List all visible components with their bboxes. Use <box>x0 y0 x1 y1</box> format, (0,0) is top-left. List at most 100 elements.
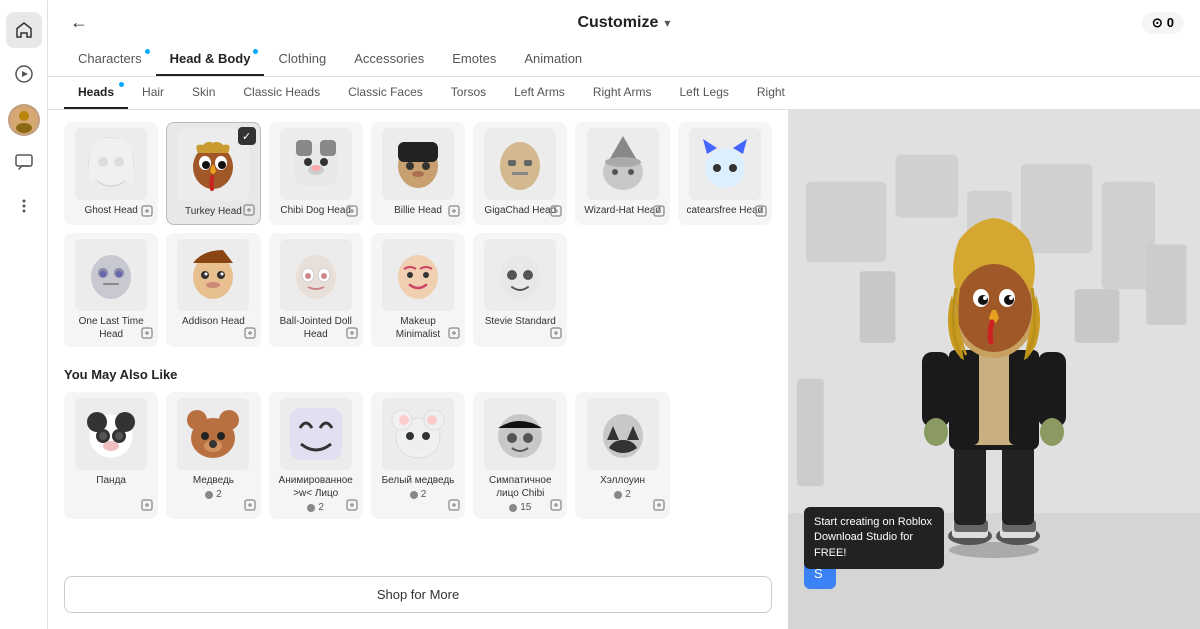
sub-tabs-bar: HeadsHairSkinClassic HeadsClassic FacesT… <box>48 77 1200 110</box>
nav-tab-characters[interactable]: Characters <box>64 43 156 76</box>
head-item-ball-jointed-doll-head[interactable]: Ball-Jointed Doll Head <box>269 233 363 347</box>
suggested-label-medved: Медведь <box>193 474 234 487</box>
suggested-label-panda: Панда <box>96 474 126 487</box>
sub-tab-classic-faces[interactable]: Classic Faces <box>334 77 437 109</box>
expand-icon-ghost-head <box>140 204 154 221</box>
sub-tab-left-arms[interactable]: Left Arms <box>500 77 579 109</box>
sidebar-item-chat[interactable] <box>6 144 42 180</box>
price-value-white-bear: 2 <box>421 489 427 500</box>
sub-tab-heads[interactable]: Heads <box>64 77 128 109</box>
nav-tab-accessories[interactable]: Accessories <box>340 43 438 76</box>
suggested-item-chibi-face[interactable]: Симпатичное лицо Chibi15 <box>473 392 567 519</box>
selected-check-turkey-head: ✓ <box>238 127 256 145</box>
head-img-chibi-dog-head <box>280 128 352 200</box>
head-img-catearsfree-head <box>689 128 761 200</box>
suggested-img-animated-face <box>280 398 352 470</box>
nav-tab-animation[interactable]: Animation <box>510 43 596 76</box>
head-label-gigachad-head: GigaChad Head <box>484 204 556 217</box>
expand-icon-catearsfree-head <box>754 204 768 221</box>
head-item-chibi-dog-head[interactable]: Chibi Dog Head <box>269 122 363 225</box>
head-item-stevie-standard[interactable]: Stevie Standard <box>473 233 567 347</box>
expand-icon-gigachad-head <box>549 204 563 221</box>
price-dot-icon <box>614 491 622 499</box>
head-label-ghost-head: Ghost Head <box>84 204 137 217</box>
suggested-item-medved[interactable]: Медведь 2 <box>166 392 260 519</box>
head-label-catearsfree-head: catearsfree Head <box>686 204 763 217</box>
suggested-expand-icon-halloween <box>652 498 666 515</box>
nav-tab-clothing[interactable]: Clothing <box>264 43 340 76</box>
suggested-price-animated-face: 2 <box>307 502 324 513</box>
nav-tab-head-body[interactable]: Head & Body <box>156 43 265 76</box>
preview-panel: Start creating on Roblox Download Studio… <box>788 110 1200 629</box>
expand-icon-makeup-minimalist <box>447 326 461 343</box>
suggested-price-halloween: 2 <box>614 489 631 500</box>
price-dot-icon <box>509 504 517 512</box>
price-value-animated-face: 2 <box>318 502 324 513</box>
sub-tab-right[interactable]: Right <box>743 77 799 109</box>
nav-tab-emotes[interactable]: Emotes <box>438 43 510 76</box>
sub-tab-right-arms[interactable]: Right Arms <box>579 77 666 109</box>
sub-tab-left-legs[interactable]: Left Legs <box>666 77 743 109</box>
suggested-item-halloween[interactable]: Хэллоуин 2 <box>575 392 669 519</box>
sub-tab-torsos[interactable]: Torsos <box>437 77 500 109</box>
suggested-expand-icon-panda <box>140 498 154 515</box>
head-img-ball-jointed-doll-head <box>280 239 352 311</box>
head-item-addison-head[interactable]: Addison Head <box>166 233 260 347</box>
head-label-billie-head: Billie Head <box>394 204 442 217</box>
character-preview-svg <box>874 180 1114 560</box>
suggested-item-animated-face[interactable]: Анимированное >w< Лицо2 <box>269 392 363 519</box>
suggested-img-halloween <box>587 398 659 470</box>
head-img-makeup-minimalist <box>382 239 454 311</box>
suggested-price-white-bear: 2 <box>410 489 427 500</box>
items-panel: Ghost Head ✓Turkey Head Chibi Dog Head Bill… <box>48 110 788 629</box>
price-value-halloween: 2 <box>625 489 631 500</box>
price-value-chibi-face: 15 <box>520 502 531 513</box>
expand-icon-ball-jointed-doll-head <box>345 326 359 343</box>
sidebar-item-play[interactable] <box>6 56 42 92</box>
head-item-makeup-minimalist[interactable]: Makeup Minimalist <box>371 233 465 347</box>
expand-icon-stevie-standard <box>549 326 563 343</box>
expand-icon-chibi-dog-head <box>345 204 359 221</box>
suggested-item-panda[interactable]: Панда <box>64 392 158 519</box>
sidebar-item-avatar[interactable] <box>8 104 40 136</box>
page-title: Customize <box>577 14 658 32</box>
suggested-price-medved: 2 <box>205 489 222 500</box>
sidebar-item-more[interactable] <box>6 188 42 224</box>
head-item-catearsfree-head[interactable]: catearsfree Head <box>678 122 772 225</box>
head-item-ghost-head[interactable]: Ghost Head <box>64 122 158 225</box>
sidebar-item-home[interactable] <box>6 12 42 48</box>
expand-icon-turkey-head <box>242 203 256 220</box>
head-item-one-last-time-head[interactable]: One Last Time Head <box>64 233 158 347</box>
suggested-expand-icon-chibi-face <box>549 498 563 515</box>
suggested-price-chibi-face: 15 <box>509 502 531 513</box>
sub-tab-skin[interactable]: Skin <box>178 77 229 109</box>
expand-icon-one-last-time-head <box>140 326 154 343</box>
head-item-turkey-head[interactable]: ✓Turkey Head <box>166 122 260 225</box>
head-img-addison-head <box>177 239 249 311</box>
suggested-img-chibi-face <box>484 398 556 470</box>
nav-tab-dot-characters <box>145 49 150 54</box>
head-item-billie-head[interactable]: Billie Head <box>371 122 465 225</box>
head-item-wizard-hat-head[interactable]: Wizard-Hat Head <box>575 122 669 225</box>
suggested-label-halloween: Хэллоуин <box>600 474 645 487</box>
suggested-item-white-bear[interactable]: Белый медведь 2 <box>371 392 465 519</box>
header: ← Customize ▾ ⊙ 0 CharactersHead & BodyC… <box>48 0 1200 77</box>
sub-tab-hair[interactable]: Hair <box>128 77 178 109</box>
suggested-img-panda <box>75 398 147 470</box>
head-item-gigachad-head[interactable]: GigaChad Head <box>473 122 567 225</box>
back-button[interactable]: ← <box>64 10 94 35</box>
suggested-label-white-bear: Белый медведь <box>382 474 455 487</box>
suggested-grid: ПандаМедведь2Анимированное >w< Лицо2Белы… <box>64 392 772 519</box>
nav-tabs: CharactersHead & BodyClothingAccessories… <box>64 43 1184 76</box>
head-img-gigachad-head <box>484 128 556 200</box>
main-content: ← Customize ▾ ⊙ 0 CharactersHead & BodyC… <box>48 0 1200 629</box>
head-label-wizard-hat-head: Wizard-Hat Head <box>584 204 661 217</box>
shop-more-button[interactable]: Shop for More <box>64 576 772 613</box>
price-dot-icon <box>205 491 213 499</box>
head-img-one-last-time-head <box>75 239 147 311</box>
price-dot-icon <box>307 504 315 512</box>
head-label-chibi-dog-head: Chibi Dog Head <box>280 204 351 217</box>
suggested-expand-icon-white-bear <box>447 498 461 515</box>
heads-grid: Ghost Head ✓Turkey Head Chibi Dog Head Bill… <box>64 122 772 347</box>
sub-tab-classic-heads[interactable]: Classic Heads <box>229 77 334 109</box>
